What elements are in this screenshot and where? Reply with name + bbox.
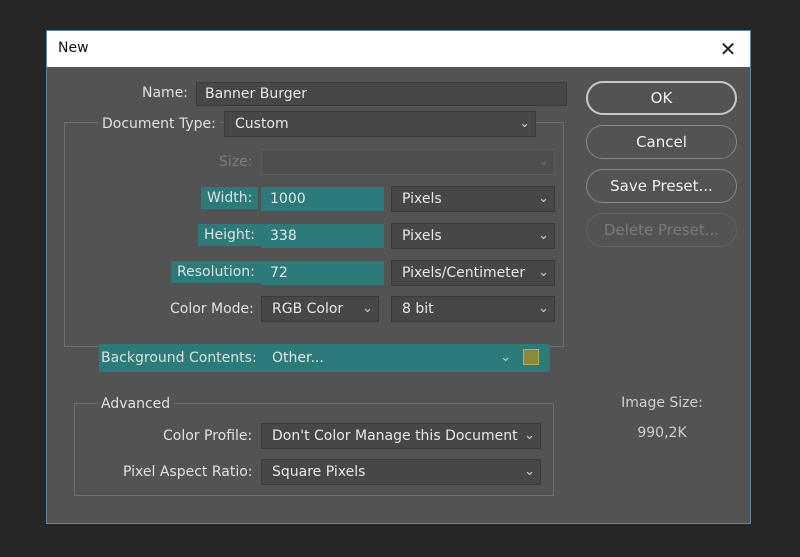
background-contents-value: Other... bbox=[272, 350, 324, 366]
color-profile-label: Color Profile: bbox=[163, 428, 253, 444]
width-unit-select[interactable]: Pixels ⌄ bbox=[391, 186, 555, 212]
bit-depth-select[interactable]: 8 bit ⌄ bbox=[391, 296, 555, 322]
chevron-down-icon: ⌄ bbox=[524, 464, 535, 479]
ok-button[interactable]: OK bbox=[586, 81, 737, 115]
pixel-aspect-select[interactable]: Square Pixels ⌄ bbox=[261, 459, 541, 485]
chevron-down-icon: ⌄ bbox=[538, 154, 549, 169]
pixel-aspect-value: Square Pixels bbox=[272, 464, 366, 480]
height-input[interactable]: 338 bbox=[261, 224, 384, 248]
chevron-down-icon: ⌄ bbox=[538, 301, 549, 316]
size-select: ⌄ bbox=[261, 149, 555, 175]
pixel-aspect-label: Pixel Aspect Ratio: bbox=[123, 464, 253, 480]
chevron-down-icon: ⌄ bbox=[362, 301, 373, 316]
height-label: Height: bbox=[198, 224, 261, 246]
width-unit-value: Pixels bbox=[402, 191, 442, 207]
close-icon[interactable]: ✕ bbox=[714, 35, 742, 63]
document-type-value: Custom bbox=[235, 116, 289, 132]
cancel-button[interactable]: Cancel bbox=[586, 125, 737, 159]
color-mode-value: RGB Color bbox=[272, 301, 344, 317]
name-input[interactable]: Banner Burger bbox=[196, 82, 567, 106]
background-contents-label: Background Contents: bbox=[101, 350, 257, 366]
chevron-down-icon: ⌄ bbox=[538, 265, 549, 280]
new-document-dialog: New ✕ Name: Banner Burger Document Type:… bbox=[46, 30, 751, 524]
width-input[interactable]: 1000 bbox=[261, 187, 384, 211]
advanced-heading: Advanced bbox=[97, 393, 175, 415]
delete-preset-button: Delete Preset... bbox=[586, 213, 737, 247]
size-label: Size: bbox=[219, 154, 253, 170]
document-type-label: Document Type: bbox=[98, 113, 220, 135]
resolution-input[interactable]: 72 bbox=[261, 261, 384, 285]
chevron-down-icon: ⌄ bbox=[538, 228, 549, 243]
background-contents-select[interactable]: Other... ⌄ bbox=[261, 345, 517, 371]
resolution-unit-select[interactable]: Pixels/Centimeter ⌄ bbox=[391, 260, 555, 286]
dialog-title: New bbox=[58, 40, 89, 56]
color-profile-select[interactable]: Don't Color Manage this Document ⌄ bbox=[261, 423, 541, 449]
chevron-down-icon: ⌄ bbox=[519, 116, 530, 131]
resolution-label: Resolution: bbox=[171, 261, 261, 283]
chevron-down-icon: ⌄ bbox=[538, 191, 549, 206]
background-color-swatch[interactable] bbox=[523, 349, 539, 365]
bit-depth-value: 8 bit bbox=[402, 301, 434, 317]
title-bar: New ✕ bbox=[47, 31, 750, 67]
image-size-value: 990,2K bbox=[637, 425, 687, 441]
color-mode-label: Color Mode: bbox=[170, 301, 254, 317]
width-label: Width: bbox=[201, 187, 259, 209]
height-unit-select[interactable]: Pixels ⌄ bbox=[391, 223, 555, 249]
image-size-label: Image Size: bbox=[621, 395, 703, 411]
name-label: Name: bbox=[142, 85, 189, 101]
save-preset-button[interactable]: Save Preset... bbox=[586, 169, 737, 203]
color-mode-select[interactable]: RGB Color ⌄ bbox=[261, 296, 379, 322]
resolution-unit-value: Pixels/Centimeter bbox=[402, 265, 526, 281]
chevron-down-icon: ⌄ bbox=[524, 428, 535, 443]
document-type-select[interactable]: Custom ⌄ bbox=[224, 111, 536, 137]
color-profile-value: Don't Color Manage this Document bbox=[272, 428, 518, 444]
height-unit-value: Pixels bbox=[402, 228, 442, 244]
chevron-down-icon: ⌄ bbox=[500, 350, 511, 365]
